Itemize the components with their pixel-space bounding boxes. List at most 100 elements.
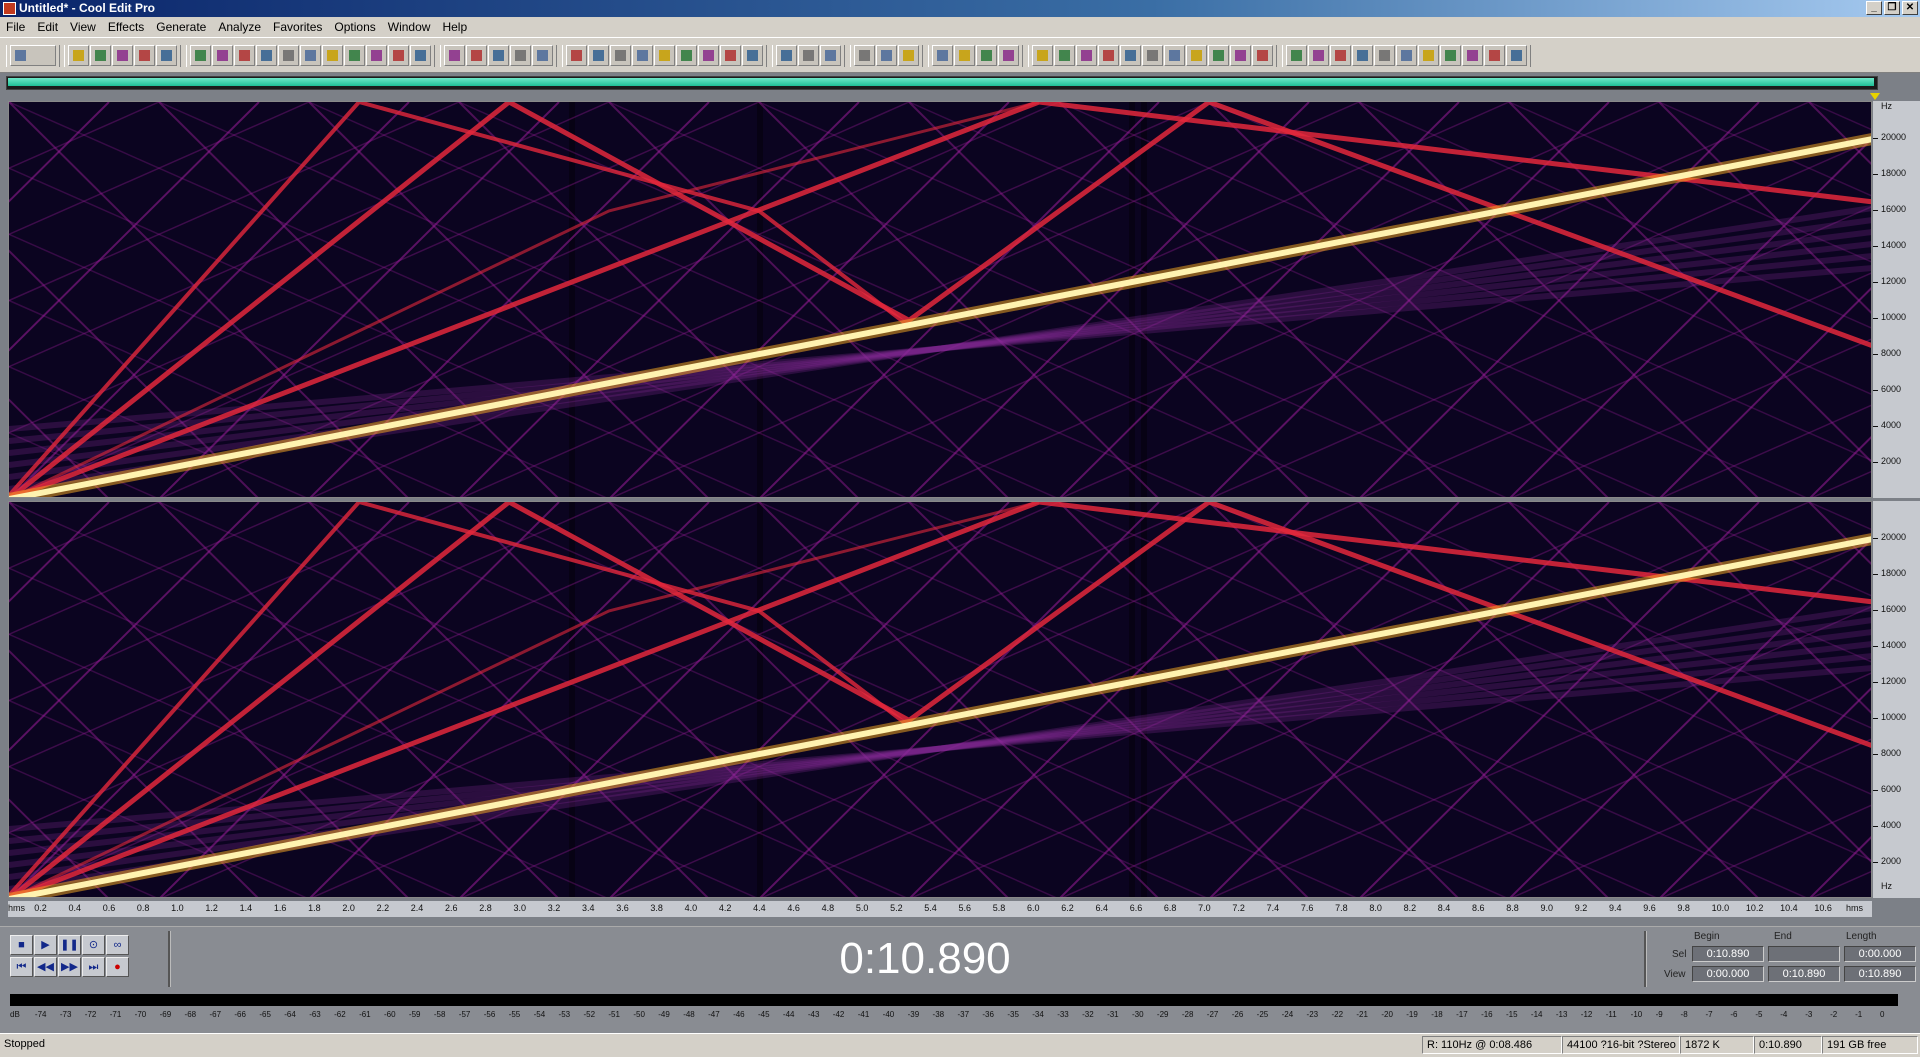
loop-button[interactable]: ∞	[106, 935, 129, 955]
menu-file[interactable]: File	[0, 17, 31, 37]
ruler-icon[interactable]	[742, 45, 763, 66]
maximize-button[interactable]: ❐	[1884, 1, 1900, 15]
redo-icon[interactable]	[212, 45, 233, 66]
filter-icon[interactable]	[1164, 45, 1185, 66]
open-file-icon[interactable]	[90, 45, 111, 66]
pause-button[interactable]: ❚❚	[58, 935, 81, 955]
fast-forward-button[interactable]: ▶▶	[58, 957, 81, 977]
rewind-button[interactable]: ◀◀	[34, 957, 57, 977]
flanger-icon[interactable]	[998, 45, 1019, 66]
view-length-field[interactable]: 0:10.890	[1844, 966, 1916, 982]
brainwave-icon[interactable]	[1462, 45, 1483, 66]
record-button[interactable]: ●	[106, 957, 129, 977]
menu-favorites[interactable]: Favorites	[267, 17, 328, 37]
spectrogram-right-channel[interactable]	[8, 501, 1872, 898]
cut-icon[interactable]	[234, 45, 255, 66]
menu-help[interactable]: Help	[436, 17, 473, 37]
play-to-end-button[interactable]: ⊙	[82, 935, 105, 955]
help-icon[interactable]	[820, 45, 841, 66]
view-end-field[interactable]: 0:10.890	[1768, 966, 1840, 982]
overview-bar[interactable]	[6, 76, 1878, 90]
delay-icon[interactable]	[932, 45, 953, 66]
zoom-in-icon[interactable]	[366, 45, 387, 66]
stop-button[interactable]: ■	[10, 935, 33, 955]
view-begin-field[interactable]: 0:00.000	[1692, 966, 1764, 982]
paste-icon[interactable]	[278, 45, 299, 66]
spectrogram-left-channel[interactable]	[8, 101, 1872, 498]
copy-icon[interactable]	[256, 45, 277, 66]
menu-options[interactable]: Options	[328, 17, 381, 37]
clip-restore-icon[interactable]	[1098, 45, 1119, 66]
loop-icon[interactable]	[588, 45, 609, 66]
menu-edit[interactable]: Edit	[31, 17, 64, 37]
snap-icon[interactable]	[610, 45, 631, 66]
select-all-icon[interactable]	[344, 45, 365, 66]
eq-icon[interactable]	[1186, 45, 1207, 66]
minimize-button[interactable]: _	[1866, 1, 1882, 15]
time-format-icon[interactable]	[676, 45, 697, 66]
vocal-icon[interactable]	[1484, 45, 1505, 66]
save-icon[interactable]	[112, 45, 133, 66]
zoom-full-icon[interactable]	[410, 45, 431, 66]
waveform-view-icon[interactable]	[10, 45, 56, 66]
statistics-icon[interactable]	[898, 45, 919, 66]
close-file-icon[interactable]	[156, 45, 177, 66]
envelope-icon[interactable]	[444, 45, 465, 66]
compressor-icon[interactable]	[1208, 45, 1229, 66]
cue-icon[interactable]	[566, 45, 587, 66]
time-ruler[interactable]: hms hms 0.2 0.4 0.6 0.8 1.0 1.2 1.4 1.6 1.8 2.0 2.…	[8, 901, 1872, 917]
menu-view[interactable]: View	[64, 17, 102, 37]
play-button[interactable]: ▶	[34, 935, 57, 955]
waveform-toggle-icon[interactable]	[510, 45, 531, 66]
settings-icon[interactable]	[776, 45, 797, 66]
overview-range[interactable]	[8, 78, 1874, 86]
text-icon[interactable]	[1506, 45, 1527, 66]
stereo-icon[interactable]	[532, 45, 553, 66]
spectrum-icon[interactable]	[1286, 45, 1307, 66]
time-tick-label: 6.0	[1026, 903, 1040, 913]
options-icon[interactable]	[798, 45, 819, 66]
save-as-icon[interactable]	[134, 45, 155, 66]
click-remover-icon[interactable]	[1054, 45, 1075, 66]
close-button[interactable]: ✕	[1902, 1, 1918, 15]
dynamics-icon[interactable]	[1230, 45, 1251, 66]
sweep-icon[interactable]	[1374, 45, 1395, 66]
mix-paste-icon[interactable]	[300, 45, 321, 66]
tone-icon[interactable]	[1308, 45, 1329, 66]
menu-window[interactable]: Window	[382, 17, 437, 37]
grid-icon[interactable]	[698, 45, 719, 66]
stretch-icon[interactable]	[1142, 45, 1163, 66]
menu-effects[interactable]: Effects	[102, 17, 150, 37]
amplify-icon[interactable]	[466, 45, 487, 66]
frequency-analysis-icon[interactable]	[854, 45, 875, 66]
new-file-icon[interactable]	[68, 45, 89, 66]
pitch-icon[interactable]	[1120, 45, 1141, 66]
noise-reduction-icon[interactable]	[1032, 45, 1053, 66]
marker-icon[interactable]	[720, 45, 741, 66]
sel-end-field[interactable]	[1768, 946, 1840, 962]
sel-length-field[interactable]: 0:00.000	[1844, 946, 1916, 962]
play-marker-top[interactable]	[1870, 93, 1880, 100]
sel-begin-field[interactable]: 0:10.890	[1692, 946, 1764, 962]
hiss-icon[interactable]	[1076, 45, 1097, 66]
balance-icon[interactable]	[1418, 45, 1439, 66]
zoom-out-icon[interactable]	[388, 45, 409, 66]
go-to-start-button[interactable]: ⏮	[10, 957, 33, 977]
normalize-icon[interactable]	[1252, 45, 1273, 66]
zoom-icon[interactable]	[654, 45, 675, 66]
undo-icon[interactable]	[190, 45, 211, 66]
reverb-icon[interactable]	[954, 45, 975, 66]
dtmf-icon[interactable]	[1330, 45, 1351, 66]
spectral-view-icon[interactable]	[488, 45, 509, 66]
go-to-end-button[interactable]: ⏭	[82, 957, 105, 977]
scan-icon[interactable]	[876, 45, 897, 66]
app-icon[interactable]	[3, 2, 16, 15]
menu-generate[interactable]: Generate	[150, 17, 212, 37]
chorus-icon[interactable]	[976, 45, 997, 66]
panner-icon[interactable]	[1440, 45, 1461, 66]
play-head-icon[interactable]	[632, 45, 653, 66]
menu-analyze[interactable]: Analyze	[212, 17, 267, 37]
noise-icon[interactable]	[1352, 45, 1373, 66]
trim-icon[interactable]	[322, 45, 343, 66]
phase-icon[interactable]	[1396, 45, 1417, 66]
